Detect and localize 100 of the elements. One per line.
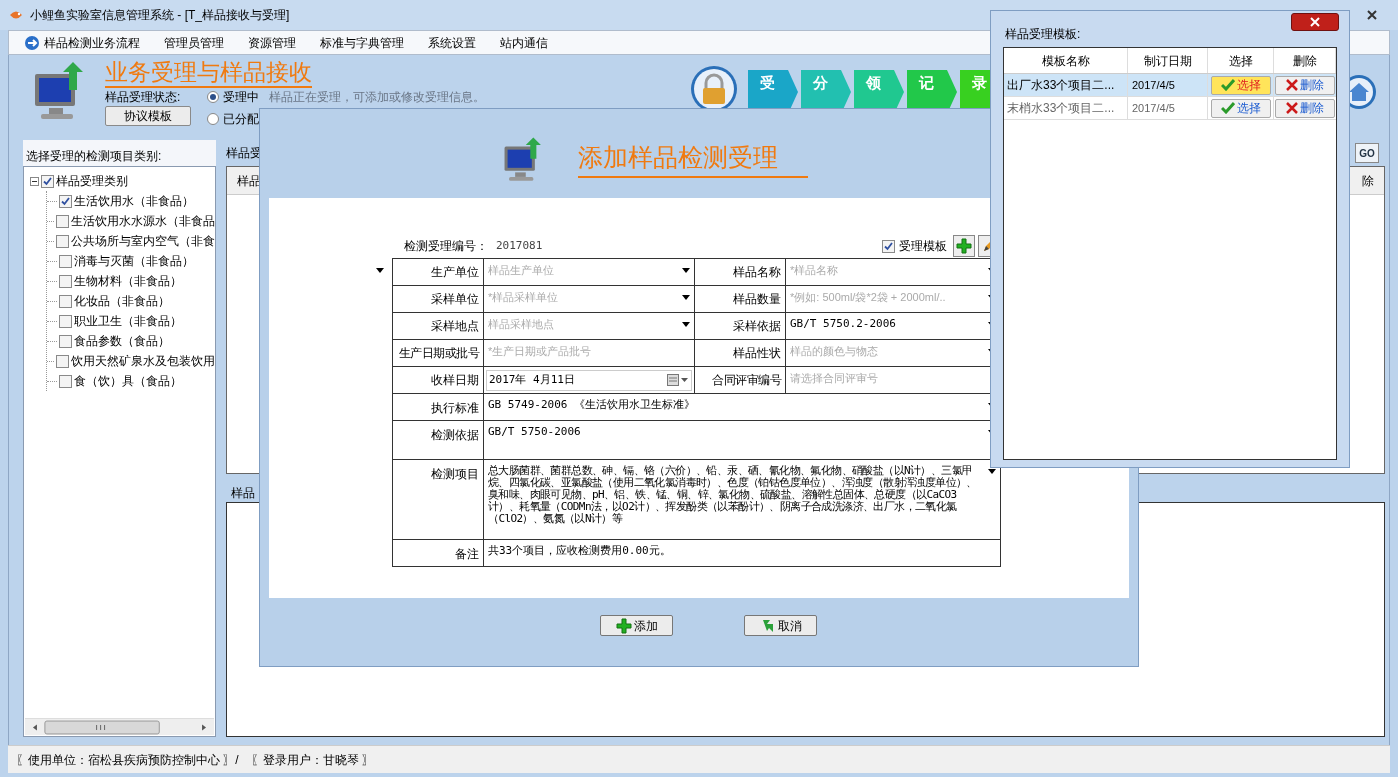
select-button[interactable]: 选择: [1210, 98, 1271, 118]
popup-title: 样品受理模板:: [1005, 27, 1081, 41]
table-cell: 出厂水33个项目二...: [1004, 74, 1128, 96]
tree-item[interactable]: 食品参数（食品）: [74, 332, 170, 350]
status-text: 〖登录用户：甘晓琴 〗: [250, 751, 374, 769]
plus-icon: [615, 617, 632, 634]
checkbox[interactable]: [59, 254, 72, 268]
panel-label: 选择受理的检测项目类别:: [23, 140, 216, 166]
tree-item[interactable]: 样品受理类别: [56, 172, 128, 190]
menu-item[interactable]: 标准与字典管理: [320, 33, 404, 52]
field-label: 采样依据: [695, 313, 786, 340]
dialog-title: 添加样品检测受理: [578, 138, 808, 179]
status-text: 〖使用单位：宿松县疾病预防控制中心 〗/: [16, 751, 239, 769]
caret-icon[interactable]: [682, 322, 690, 327]
panel-label: 样品: [231, 486, 255, 500]
tree-item[interactable]: 饮用天然矿泉水及包装饮用: [71, 352, 215, 370]
tree-item[interactable]: 生活饮用水水源水（非食品: [71, 212, 215, 230]
radio-button[interactable]: 已分配: [207, 110, 259, 128]
radio-button[interactable]: 受理中: [207, 88, 259, 106]
status-hint: 样品正在受理，可添加或修改受理信息。: [269, 89, 485, 106]
checkbox[interactable]: [59, 374, 72, 388]
tree-item[interactable]: 职业卫生（非食品）: [74, 312, 182, 330]
add-button[interactable]: 添加: [600, 615, 673, 636]
input-field[interactable]: 样品的颜色与物态: [790, 343, 986, 360]
form-field[interactable]: 共33个项目，应收检测费用0.00元。: [484, 540, 1001, 567]
tree-item[interactable]: 生物材料（非食品）: [74, 272, 182, 290]
input-field[interactable]: *例如: 500ml/袋*2袋 + 2000ml/..: [790, 289, 986, 306]
calendar-icon[interactable]: [667, 374, 689, 386]
add-icon[interactable]: [953, 235, 975, 257]
checkbox[interactable]: [59, 314, 72, 328]
field-label: 备注: [393, 540, 484, 567]
field-label: 生产单位: [393, 259, 484, 286]
select-button[interactable]: 选择: [1210, 75, 1271, 95]
table-row[interactable]: 末梢水33个项目二... 2017/4/5 选择 删除: [1004, 97, 1336, 120]
page-title: 业务受理与样品接收: [105, 58, 312, 88]
caret-icon[interactable]: [682, 295, 690, 300]
flow-icon: [23, 33, 41, 52]
tree-item[interactable]: 消毒与灭菌（非食品）: [74, 252, 194, 270]
checkbox-label: 受理模板: [899, 238, 947, 255]
checkbox[interactable]: [56, 354, 69, 368]
close-icon: [1310, 17, 1320, 27]
field-label: 采样单位: [393, 286, 484, 313]
checkbox[interactable]: [59, 274, 72, 288]
caret-icon[interactable]: [988, 469, 996, 474]
menu-item[interactable]: 样品检测业务流程: [23, 33, 140, 52]
field-label: 检测项目: [393, 460, 484, 540]
close-button[interactable]: [1291, 13, 1339, 31]
input-field[interactable]: 样品采样地点: [488, 316, 680, 333]
template-button[interactable]: 协议模板: [105, 106, 191, 126]
horizontal-scrollbar[interactable]: [25, 718, 214, 735]
date-field[interactable]: 2017年 4月11日: [486, 369, 692, 391]
checkbox[interactable]: [56, 214, 69, 228]
menu-item[interactable]: 系统设置: [428, 33, 476, 52]
checkbox[interactable]: [41, 174, 54, 188]
go-button[interactable]: GO: [1355, 143, 1379, 163]
tree-item[interactable]: 化妆品（非食品）: [74, 292, 170, 310]
table-cell: 2017/4/5: [1128, 97, 1208, 119]
field-label: 检测依据: [393, 421, 484, 460]
status-label: 样品受理状态:: [105, 89, 181, 106]
delete-icon: [1286, 79, 1298, 91]
column-header: 选择: [1208, 48, 1274, 73]
table-cell: 2017/4/5: [1128, 74, 1208, 96]
check-icon: [1220, 79, 1235, 91]
column-header: 制订日期: [1128, 48, 1208, 73]
field-label: 样品名称: [695, 259, 786, 286]
field-label: 生产日期或批号: [393, 340, 484, 367]
checkbox[interactable]: [59, 194, 72, 208]
input-field[interactable]: 样品生产单位: [488, 262, 680, 279]
tree-item[interactable]: 公共场所与室内空气（非食: [71, 232, 215, 250]
field-label: 检测受理编号：: [404, 238, 488, 255]
field-label: 样品性状: [695, 340, 786, 367]
menu-item[interactable]: 资源管理: [248, 33, 296, 52]
field-label: 采样地点: [393, 313, 484, 340]
table-cell: 末梢水33个项目二...: [1004, 97, 1128, 119]
tree-item[interactable]: 生活饮用水（非食品）: [74, 192, 194, 210]
column-header: 除: [1362, 172, 1374, 190]
column-header: 删除: [1274, 48, 1336, 73]
field-label: 执行标准: [393, 394, 484, 421]
menu-item[interactable]: 管理员管理: [164, 33, 224, 52]
delete-button[interactable]: 删除: [1275, 75, 1335, 95]
caret-icon[interactable]: [682, 268, 690, 273]
column-header: 模板名称: [1004, 48, 1128, 73]
delete-icon: [1286, 102, 1298, 114]
checkbox[interactable]: [59, 294, 72, 308]
caret-icon[interactable]: [376, 268, 384, 273]
input-field[interactable]: *样品名称: [790, 262, 986, 279]
menu-item[interactable]: 站内通信: [500, 33, 548, 52]
collapse-icon[interactable]: [30, 176, 39, 186]
close-icon[interactable]: [1366, 9, 1378, 21]
checkbox[interactable]: [59, 334, 72, 348]
tree-item[interactable]: 食（饮）具（食品）: [74, 372, 182, 390]
table-row[interactable]: 出厂水33个项目二... 2017/4/5 选择 删除: [1004, 74, 1336, 97]
input-field[interactable]: *生产日期或产品批号: [488, 343, 690, 360]
checkbox[interactable]: [882, 239, 895, 253]
check-icon: [1220, 102, 1235, 114]
delete-button[interactable]: 删除: [1275, 98, 1335, 118]
cancel-button[interactable]: 取消: [744, 615, 817, 636]
checkbox[interactable]: [56, 234, 69, 248]
field-label: 收样日期: [393, 367, 484, 394]
input-field[interactable]: *样品采样单位: [488, 289, 680, 306]
